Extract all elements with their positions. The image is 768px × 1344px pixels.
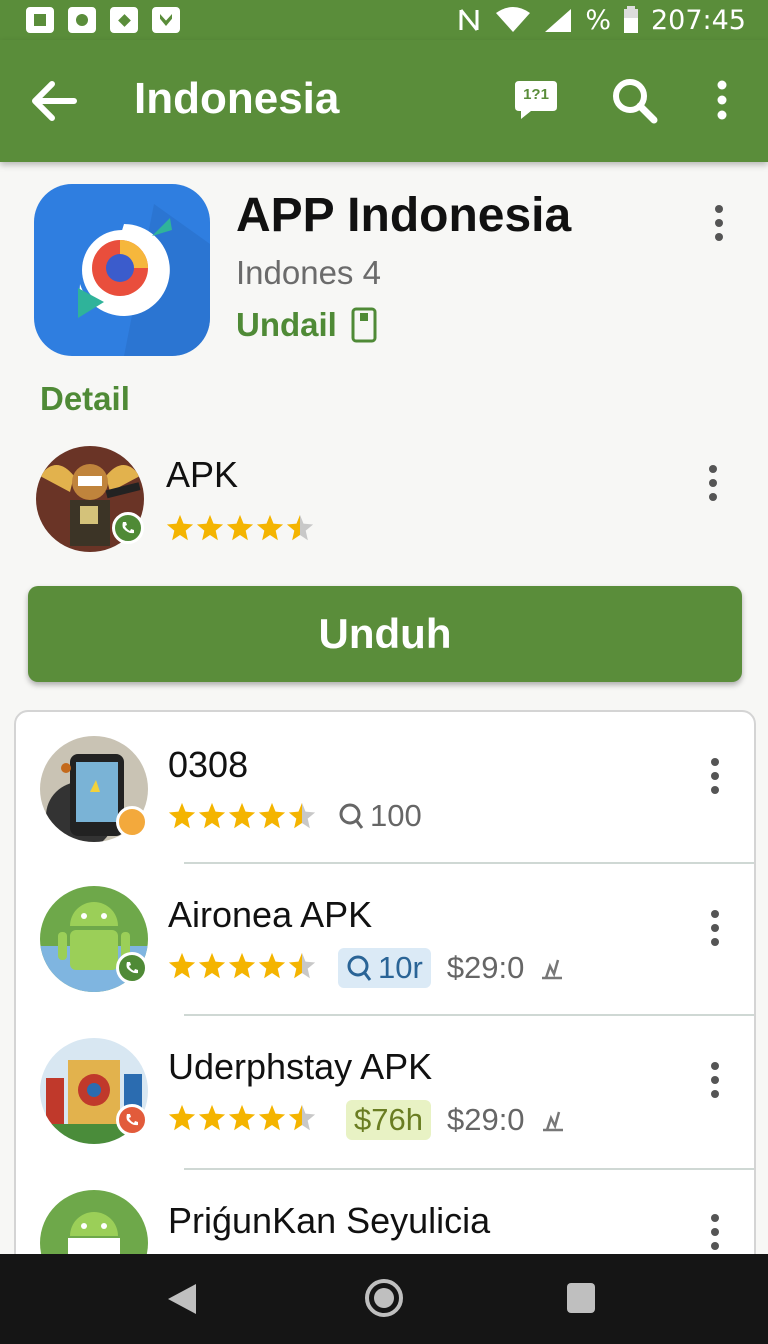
list-item-price: $29:0	[446, 1102, 525, 1137]
star-icon	[196, 514, 224, 541]
list-item-overflow-icon[interactable]	[700, 754, 730, 798]
screenshot-icon	[26, 7, 54, 33]
app-bar: Indonesia 1?1	[0, 40, 768, 162]
list-item-price: $29:0	[446, 950, 525, 985]
install-status-label: Undail	[236, 306, 337, 343]
nav-home-icon[interactable]	[364, 1278, 404, 1318]
more-vert-icon[interactable]	[696, 74, 748, 126]
call-badge-icon	[116, 952, 148, 984]
star-icon	[166, 514, 194, 541]
star-icon	[228, 952, 256, 979]
list-item-meta: $76h $29:0	[346, 1100, 565, 1140]
hero-overflow-icon[interactable]	[704, 201, 734, 245]
list-item-title: Uderphstay APK	[168, 1046, 433, 1087]
featured-overflow-icon[interactable]	[698, 461, 728, 505]
phone-storage-icon	[351, 307, 377, 343]
list-item-overflow-icon[interactable]	[700, 906, 730, 950]
list-item-meta: 10r $29:0	[338, 948, 564, 988]
list-item-badge-text: $76h	[346, 1100, 431, 1140]
section-label: Detail	[40, 380, 130, 417]
list-item-title: 0308	[168, 744, 249, 785]
star-icon	[286, 514, 314, 541]
clock: 207:45	[651, 4, 746, 36]
star-icon	[198, 952, 226, 979]
list-item-meta: 100	[338, 798, 422, 834]
wifi-icon	[496, 7, 531, 32]
list-item-rating	[168, 952, 316, 980]
trend-icon	[542, 959, 563, 980]
download-icon	[152, 7, 180, 33]
battery-icon	[624, 6, 638, 33]
call-badge-icon	[116, 1104, 148, 1136]
list-item-downloads: 10r	[378, 950, 423, 985]
install-button[interactable]: Unduh	[28, 586, 742, 682]
downloads-chip: 10r	[338, 948, 431, 988]
star-icon	[258, 802, 286, 829]
star-icon	[288, 1104, 316, 1131]
search-icon[interactable]	[608, 74, 660, 126]
featured-title: APK	[166, 454, 239, 495]
star-icon	[288, 802, 316, 829]
star-icon	[228, 802, 256, 829]
list-item-overflow-icon[interactable]	[700, 1058, 730, 1102]
star-icon	[226, 514, 254, 541]
downloads-icon	[347, 955, 372, 981]
nav-back-icon[interactable]	[166, 1282, 198, 1316]
call-badge-icon	[112, 512, 144, 544]
star-icon	[198, 802, 226, 829]
star-icon	[168, 802, 196, 829]
downloads-icon	[339, 803, 364, 829]
nav-recents-icon[interactable]	[566, 1282, 596, 1314]
star-icon	[256, 514, 284, 541]
list-item-title: PriǵunKan Seyulicia	[168, 1200, 491, 1241]
system-nav-bar	[0, 1254, 768, 1344]
app-icon	[34, 184, 210, 356]
star-icon	[168, 1104, 196, 1131]
list-item-rating	[168, 1104, 316, 1132]
star-icon	[258, 952, 286, 979]
upload-icon	[68, 7, 96, 33]
mail-icon	[110, 7, 138, 33]
list-item-rating	[168, 802, 316, 830]
list-item-downloads: 100	[370, 798, 422, 833]
star-icon	[258, 1104, 286, 1131]
page-title: Indonesia	[134, 74, 340, 123]
app-title: APP Indonesia	[236, 189, 572, 242]
app-list-card: 0308 100 Aironea APK 10r $29:0 Uderphsta…	[14, 710, 756, 1270]
list-divider	[184, 1168, 754, 1170]
chat-badge-text: 1?1	[523, 86, 549, 103]
list-item-badge-icon	[116, 806, 148, 838]
status-bar: % 207:45	[0, 0, 768, 40]
app-subtitle: Indones 4	[236, 254, 381, 291]
featured-rating	[166, 514, 314, 542]
install-status: Undail	[236, 306, 377, 344]
list-item-title: Aironea APK	[168, 894, 373, 935]
chat-icon[interactable]: 1?1	[510, 74, 562, 126]
list-divider	[184, 862, 754, 864]
nfc-icon	[459, 9, 479, 31]
signal-icon	[545, 9, 572, 32]
list-divider	[184, 1014, 754, 1016]
star-icon	[228, 1104, 256, 1131]
star-icon	[288, 952, 316, 979]
list-item-overflow-icon[interactable]	[700, 1210, 730, 1254]
battery-percent: %	[585, 4, 611, 36]
back-arrow-icon[interactable]	[28, 78, 80, 124]
star-icon	[198, 1104, 226, 1131]
star-icon	[168, 952, 196, 979]
trend-icon	[542, 1111, 563, 1132]
